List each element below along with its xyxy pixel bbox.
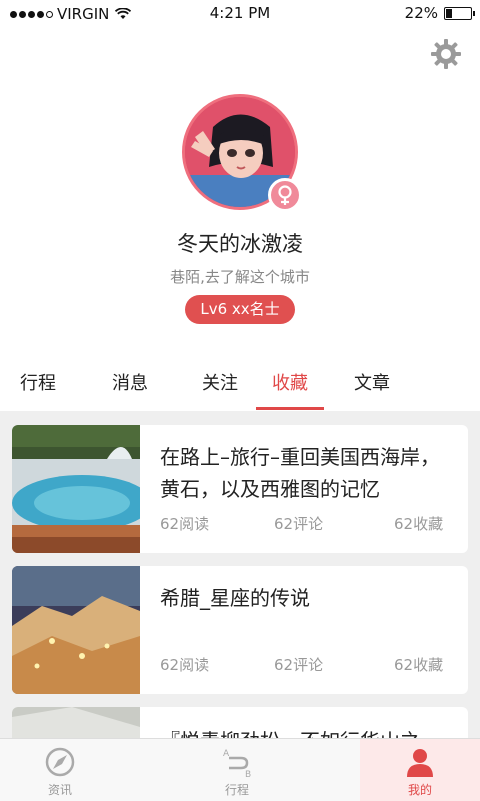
svg-text:B: B <box>245 770 251 778</box>
article-title: 希腊_星座的传说 <box>160 586 310 610</box>
battery-percent: 22% <box>404 4 438 22</box>
bottom-nav: 资讯 A B 行程 我的 <box>0 738 480 801</box>
comment-count: 62评论 <box>274 656 324 674</box>
status-bar: VIRGIN 4:21 PM 22% <box>0 0 480 28</box>
female-icon <box>268 178 302 212</box>
article-title: 『悦青柳劲松，不如行华山之 <box>160 725 456 738</box>
tab-itinerary[interactable]: 行程 <box>14 362 62 412</box>
user-name: 冬天的冰激凌 <box>177 232 303 256</box>
nav-label: 资讯 <box>47 783 72 797</box>
read-count: 62阅读 <box>160 515 210 533</box>
tab-following[interactable]: 关注 <box>196 362 244 412</box>
favorites-list[interactable]: 在路上–旅行–重回美国西海岸，黄石，以及西雅图的记忆 62阅读 62评论 62收… <box>0 411 480 738</box>
profile-tabs: 行程 消息 关注 收藏 文章 <box>0 362 480 412</box>
gear-icon[interactable] <box>430 38 462 70</box>
tab-articles[interactable]: 文章 <box>348 362 396 412</box>
favorite-count: 62收藏 <box>394 656 444 674</box>
list-item[interactable]: 在路上–旅行–重回美国西海岸，黄石，以及西雅图的记忆 62阅读 62评论 62收… <box>12 425 468 553</box>
article-title: 在路上–旅行–重回美国西海岸，黄石，以及西雅图的记忆 <box>160 445 440 501</box>
read-count: 62阅读 <box>160 656 210 674</box>
nav-route[interactable]: A B 行程 <box>177 739 297 801</box>
tab-messages[interactable]: 消息 <box>106 362 154 412</box>
nav-label: 我的 <box>407 783 432 797</box>
level-badge: Lv6 xx名士 <box>185 295 295 324</box>
favorite-count: 62收藏 <box>394 515 444 533</box>
user-bio: 巷陌,去了解这个城市 <box>170 268 310 286</box>
battery-icon <box>444 6 475 20</box>
list-item[interactable]: 希腊_星座的传说 62阅读 62评论 62收藏 <box>12 566 468 694</box>
tab-favorites[interactable]: 收藏 <box>264 362 316 412</box>
compass-icon <box>45 747 75 777</box>
list-item[interactable]: 『悦青柳劲松，不如行华山之 <box>12 707 468 738</box>
article-thumbnail <box>12 425 140 553</box>
battery-status: 22% <box>404 4 475 22</box>
nav-label: 行程 <box>224 783 249 797</box>
nav-mine[interactable]: 我的 <box>360 739 480 801</box>
comment-count: 62评论 <box>274 515 324 533</box>
route-icon: A B <box>223 749 251 778</box>
article-thumbnail <box>12 566 140 694</box>
nav-news[interactable]: 资讯 <box>0 739 120 801</box>
svg-text:A: A <box>223 749 230 759</box>
article-thumbnail <box>12 707 140 738</box>
user-icon <box>407 749 433 777</box>
active-tab-indicator <box>256 407 324 410</box>
